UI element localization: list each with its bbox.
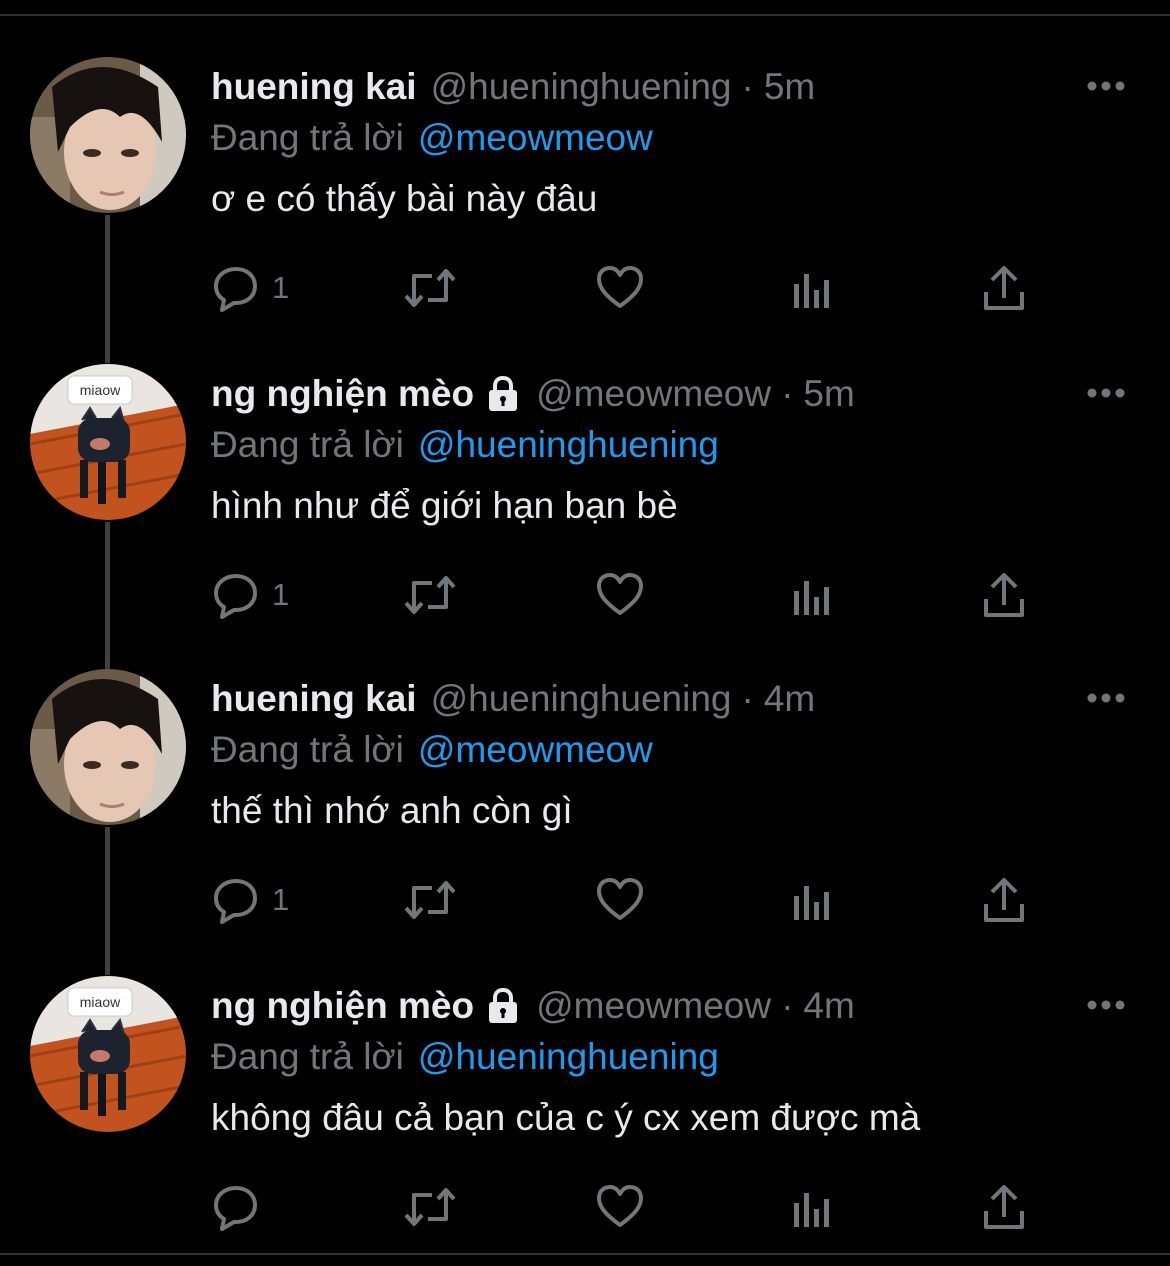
cat-chair-avatar: miaow [30,976,186,1132]
reply-count: 1 [272,882,290,917]
user-handle[interactable]: @hueninghuening [431,66,732,108]
heart-icon [597,266,643,308]
person-photo-avatar [30,57,186,213]
analytics-button[interactable] [792,1181,832,1233]
replying-label: Đang trả lời [211,1036,404,1077]
heart-icon [597,878,643,920]
avatar-tag: miaow [80,994,121,1010]
reply-button[interactable] [212,1181,272,1233]
avatar-tag: miaow [80,382,121,398]
reply-count: 1 [272,577,290,612]
display-name[interactable]: huening kai [211,66,417,108]
user-handle[interactable]: @hueninghuening [431,678,732,720]
user-handle[interactable]: @meowmeow [536,373,771,415]
mention-link[interactable]: @meowmeow [418,729,653,771]
tweet-text: thế thì nhớ anh còn gì [211,790,573,831]
reply-icon [214,1186,257,1231]
separator: · [741,678,754,719]
reply-icon [214,879,257,924]
tweet[interactable]: huening kai @hueninghuening · 4m Đang tr… [0,612,1170,975]
separator: · [781,373,794,414]
tweet-thread: huening kai @hueninghuening · 5m Đang tr… [0,0,1170,1266]
tweet-actions [0,1181,1170,1233]
timestamp[interactable]: 4m [764,678,815,720]
person-photo-avatar [30,669,186,825]
replying-label: Đang trả lời [211,729,404,770]
mention-link[interactable]: @hueninghuening [418,1036,719,1078]
more-icon[interactable] [1086,386,1126,400]
lock-icon [484,375,522,413]
separator: · [741,66,754,107]
retweet-button[interactable] [402,1181,458,1233]
retweet-icon [404,881,456,919]
separator: · [781,985,794,1026]
display-name[interactable]: ng nghiện mèo [211,985,474,1027]
tweet[interactable]: huening kai @hueninghuening · 5m Đang tr… [0,0,1170,363]
replying-label: Đang trả lời [211,424,404,465]
reply-icon [214,267,257,312]
reply-count: 1 [272,270,290,305]
avatar[interactable] [30,669,186,825]
replying-to: Đang trả lời @meowmeow [211,113,653,163]
bottom-divider [0,1253,1170,1255]
replying-label: Đang trả lời [211,117,404,158]
share-button[interactable] [982,1181,1026,1233]
more-icon[interactable] [1086,79,1126,93]
timestamp[interactable]: 5m [764,66,815,108]
lock-icon [484,987,522,1025]
retweet-icon [404,1188,456,1226]
avatar[interactable] [30,57,186,213]
heart-icon [597,1185,643,1227]
display-name[interactable]: ng nghiện mèo [211,373,474,415]
tweet-header: ng nghiện mèo @meowmeow · 5m [211,369,855,419]
retweet-icon [404,269,456,307]
replying-to: Đang trả lời @hueninghuening [211,1032,719,1082]
user-handle[interactable]: @meowmeow [536,985,771,1027]
analytics-icon [794,1193,829,1227]
tweet-header: ng nghiện mèo @meowmeow · 4m [211,981,855,1031]
timestamp[interactable]: 5m [803,373,854,415]
tweet-header: huening kai @hueninghuening · 4m [211,674,815,724]
replying-to: Đang trả lời @meowmeow [211,725,653,775]
avatar[interactable]: miaow [30,976,186,1132]
share-icon [984,878,1024,922]
more-icon[interactable] [1086,998,1126,1012]
analytics-icon [794,274,829,308]
mention-link[interactable]: @hueninghuening [418,424,719,466]
like-button[interactable] [596,1181,644,1233]
tweet-text: không đâu cả bạn của c ý cx xem được mà [211,1097,921,1138]
more-icon[interactable] [1086,691,1126,705]
tweet[interactable]: miaow ng nghiện mèo @meowmeow · 5m Đang … [0,307,1170,670]
tweet[interactable]: miaow ng nghiện mèo @meowmeow · 4m Đang … [0,919,1170,1231]
share-icon [984,1185,1024,1229]
mention-link[interactable]: @meowmeow [418,117,653,159]
share-icon [984,266,1024,310]
replying-to: Đang trả lời @hueninghuening [211,420,719,470]
cat-chair-avatar: miaow [30,364,186,520]
analytics-icon [794,886,829,920]
tweet-text: ơ e có thấy bài này đâu [211,178,598,219]
tweet-header: huening kai @hueninghuening · 5m [211,62,815,112]
tweet-text: hình như để giới hạn bạn bè [211,485,678,526]
timestamp[interactable]: 4m [803,985,854,1027]
display-name[interactable]: huening kai [211,678,417,720]
avatar[interactable]: miaow [30,364,186,520]
